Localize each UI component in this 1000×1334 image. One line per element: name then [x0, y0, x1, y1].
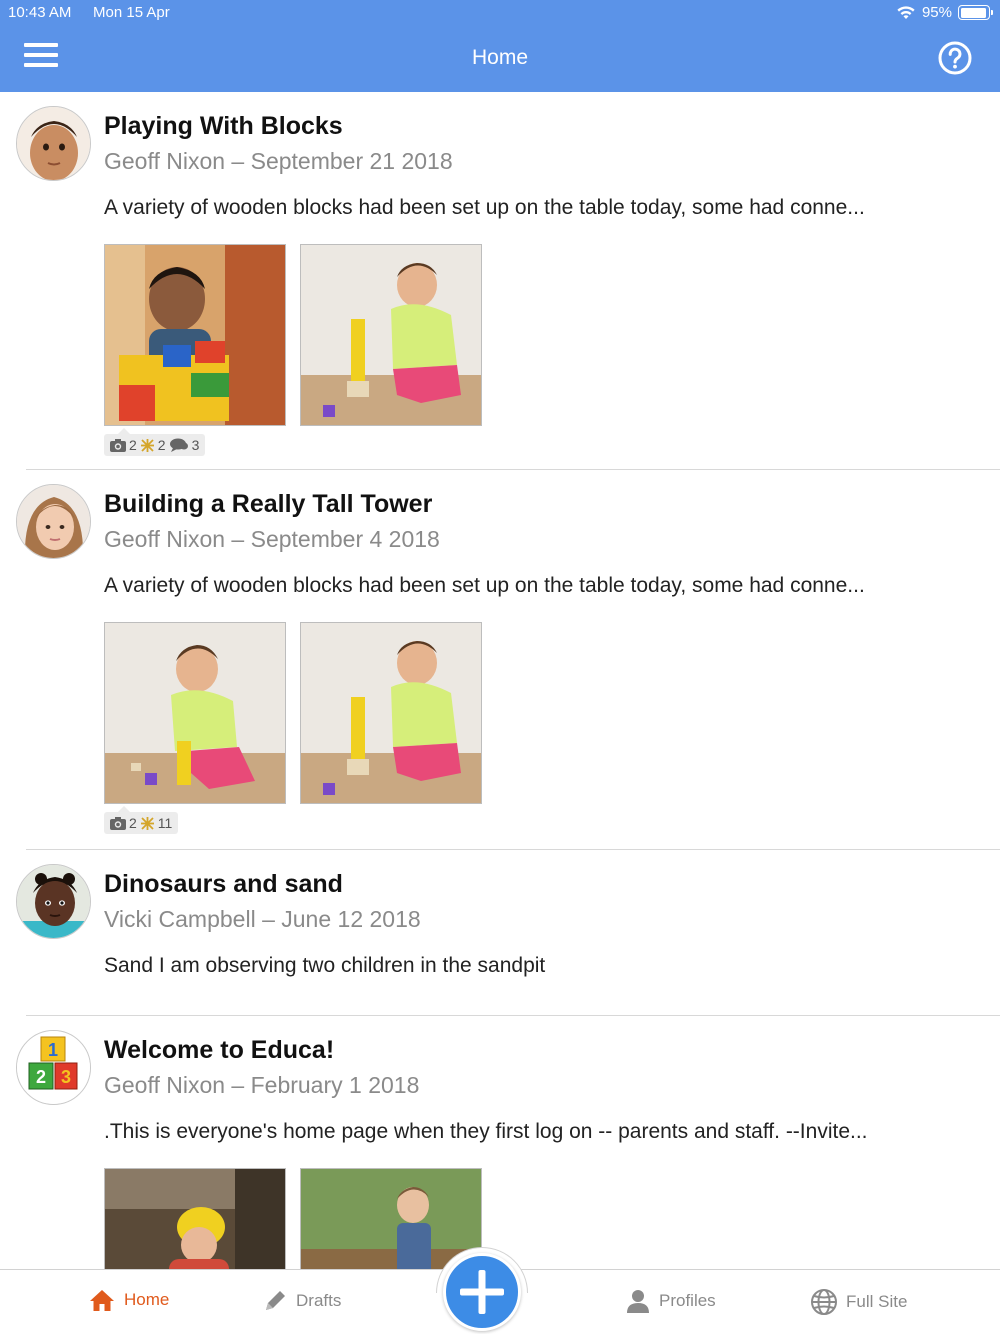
- story-card[interactable]: Building a Really Tall Tower Geoff Nixon…: [16, 470, 1000, 850]
- add-story-button[interactable]: [443, 1253, 521, 1331]
- story-meta: Geoff Nixon – February 1 2018: [104, 1072, 420, 1098]
- story-title[interactable]: Welcome to Educa!: [104, 1034, 1000, 1066]
- story-photo[interactable]: [300, 244, 482, 426]
- svg-text:3: 3: [61, 1067, 71, 1087]
- tab-full-site-label: Full Site: [846, 1292, 908, 1311]
- camera-icon: [110, 816, 126, 830]
- status-date: Mon 15 Apr: [93, 4, 170, 21]
- story-stats: 2 2 3: [104, 428, 206, 456]
- status-time: 10:43 AM: [8, 4, 72, 21]
- comment-count: 3: [191, 437, 200, 453]
- tab-profiles-label: Profiles: [659, 1291, 716, 1310]
- avatar: 1 2 3: [16, 1030, 91, 1105]
- app-header: 10:43 AM Mon 15 Apr 95% Home: [0, 0, 1000, 92]
- learning-icon: [140, 438, 154, 452]
- battery-percent: 95%: [921, 4, 952, 21]
- photo-row: [104, 244, 1000, 426]
- story-stats: 2 11: [104, 806, 179, 834]
- story-excerpt: A variety of wooden blocks had been set …: [104, 196, 865, 219]
- avatar: [16, 106, 91, 181]
- camera-icon: [110, 438, 126, 452]
- svg-text:1: 1: [48, 1040, 58, 1060]
- page-title: Home: [471, 46, 529, 69]
- story-excerpt: A variety of wooden blocks had been set …: [104, 574, 865, 597]
- story-excerpt: Sand I am observing two children in the …: [104, 954, 546, 977]
- globe-icon: [811, 1289, 837, 1315]
- wifi-icon: [897, 6, 915, 19]
- story-title[interactable]: Playing With Blocks: [104, 110, 1000, 142]
- photo-count: 2: [129, 437, 137, 453]
- story-meta: Geoff Nixon – September 21 2018: [104, 148, 453, 174]
- story-feed: Playing With Blocks Geoff Nixon – Septem…: [0, 92, 1000, 1334]
- story-photo[interactable]: [300, 622, 482, 804]
- avatar: [16, 864, 91, 939]
- person-icon: [627, 1290, 649, 1313]
- pencil-icon: [266, 1291, 285, 1310]
- status-bar: 10:43 AM Mon 15 Apr 95%: [0, 0, 1000, 26]
- story-photo[interactable]: [104, 244, 286, 426]
- story-card[interactable]: Dinosaurs and sand Vicki Campbell – June…: [16, 850, 1000, 1016]
- tab-home-label: Home: [124, 1290, 170, 1309]
- photo-count: 2: [129, 815, 137, 831]
- tab-profiles[interactable]: Profiles: [625, 1288, 716, 1314]
- story-meta: Vicki Campbell – June 12 2018: [104, 906, 421, 932]
- add-icon: [460, 1270, 504, 1314]
- help-icon[interactable]: [938, 41, 972, 75]
- story-meta: Geoff Nixon – September 4 2018: [104, 526, 440, 552]
- learning-count: 2: [157, 437, 166, 453]
- status-indicators: 95%: [896, 4, 993, 21]
- battery-icon: [958, 5, 993, 20]
- story-card[interactable]: Playing With Blocks Geoff Nixon – Septem…: [16, 92, 1000, 470]
- comment-icon: [169, 438, 188, 452]
- tab-drafts[interactable]: Drafts: [262, 1288, 341, 1314]
- photo-row: [104, 622, 1000, 804]
- home-icon: [90, 1290, 114, 1311]
- tab-home[interactable]: Home: [88, 1288, 169, 1312]
- learning-count: 11: [157, 815, 173, 831]
- story-title[interactable]: Building a Really Tall Tower: [104, 488, 1000, 520]
- svg-text:2: 2: [36, 1067, 46, 1087]
- learning-icon: [140, 816, 154, 830]
- story-title[interactable]: Dinosaurs and sand: [104, 868, 1000, 900]
- story-photo[interactable]: [104, 622, 286, 804]
- avatar: [16, 484, 91, 559]
- tab-full-site[interactable]: Full Site: [810, 1288, 907, 1316]
- story-excerpt: .This is everyone's home page when they …: [104, 1120, 868, 1143]
- tab-drafts-label: Drafts: [296, 1291, 342, 1310]
